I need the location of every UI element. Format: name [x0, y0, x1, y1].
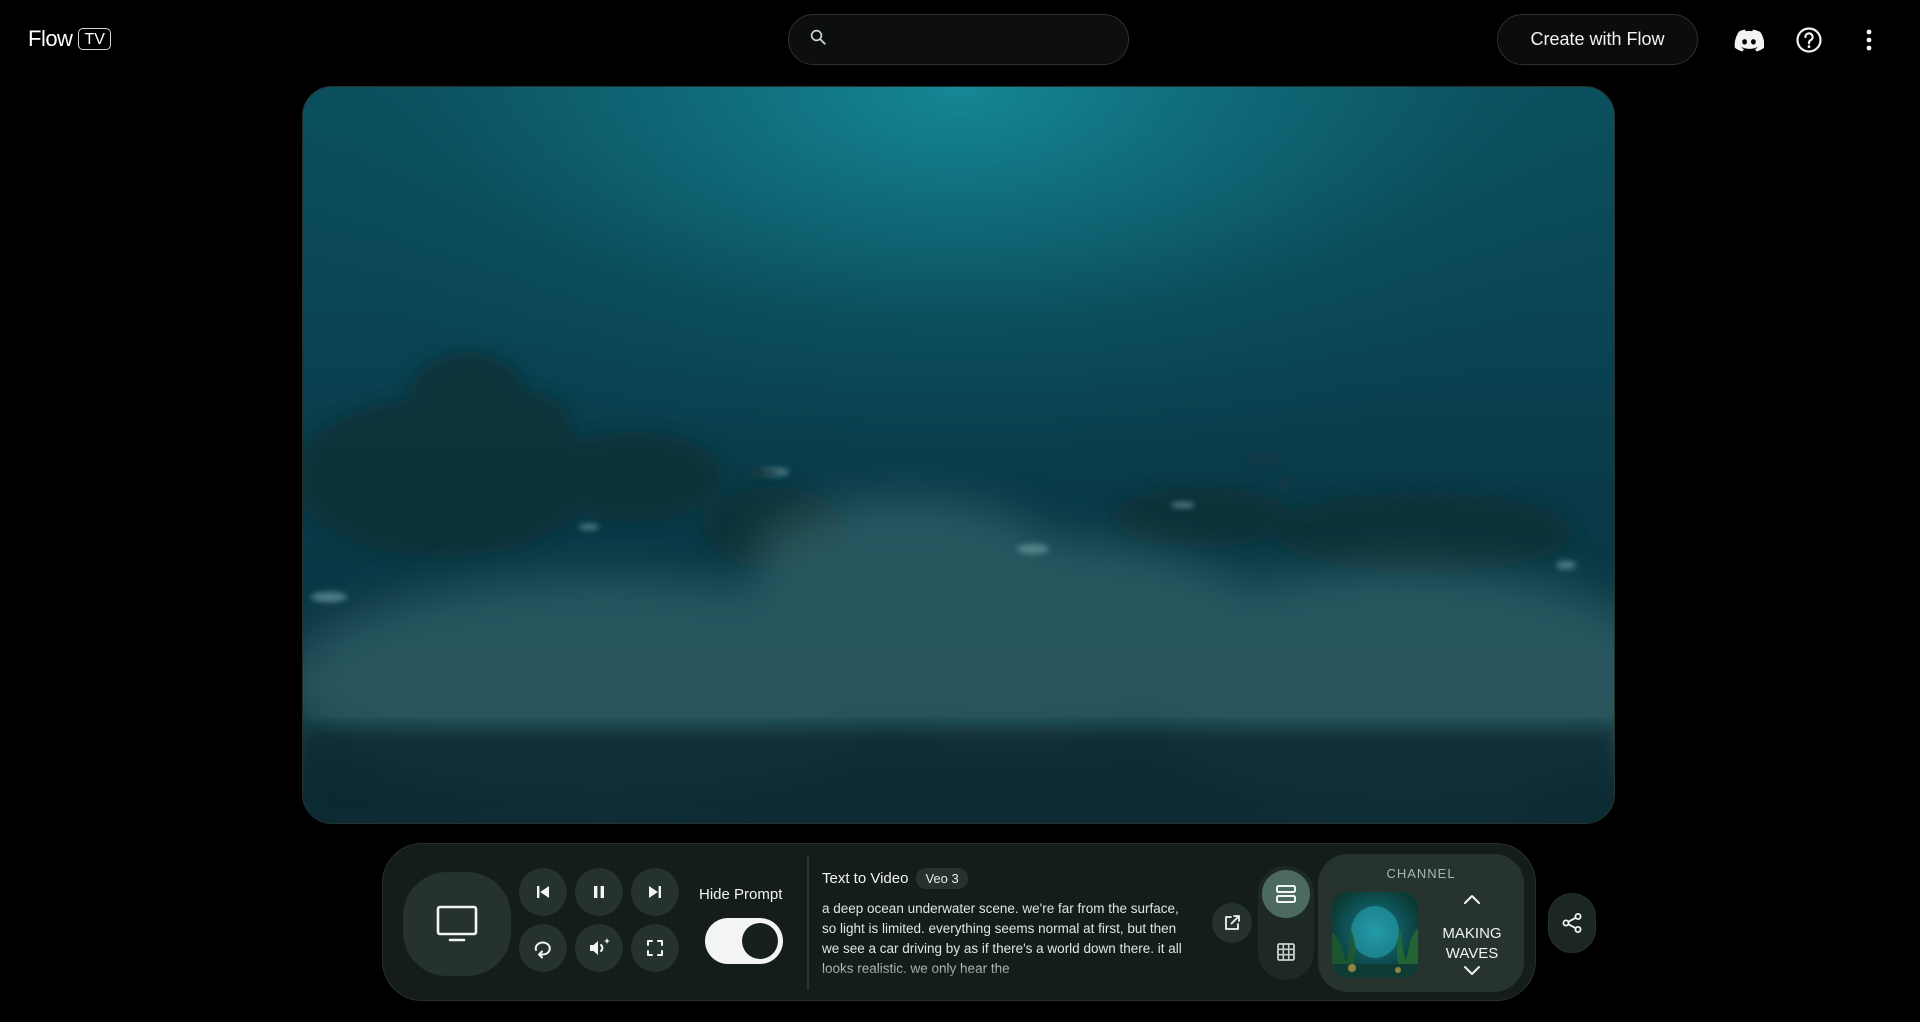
view-toggle	[1258, 866, 1314, 980]
share-button[interactable]	[1548, 893, 1596, 953]
flow-tv-logo[interactable]: Flow TV	[28, 26, 111, 52]
channel-name: MAKING WAVES	[1442, 925, 1502, 962]
create-with-flow-button[interactable]: Create with Flow	[1497, 14, 1698, 65]
channel-up-button[interactable]	[1457, 888, 1487, 910]
channel-thumbnail[interactable]	[1332, 892, 1418, 978]
channel-down-button[interactable]	[1457, 960, 1487, 982]
share-icon	[1562, 913, 1582, 933]
open-prompt-button[interactable]	[1212, 903, 1252, 943]
video-player[interactable]	[302, 86, 1615, 824]
chevron-up-icon	[1464, 895, 1480, 904]
player-control-bar: Hide Prompt Text to Video Veo 3 a deep o…	[382, 843, 1536, 1001]
skip-next-icon	[649, 886, 661, 898]
toggle-knob	[742, 923, 778, 959]
model-badge: Veo 3	[916, 868, 968, 889]
next-button[interactable]	[631, 868, 679, 916]
search-bar[interactable]	[788, 14, 1129, 65]
help-icon[interactable]	[1793, 24, 1825, 56]
search-input[interactable]	[837, 30, 1117, 49]
previous-button[interactable]	[519, 868, 567, 916]
logo-badge: TV	[78, 28, 111, 50]
more-vert-icon[interactable]	[1853, 24, 1885, 56]
hide-prompt-label: Hide Prompt	[699, 886, 783, 903]
channel-selector: CHANNEL MAKING WAVES	[1318, 854, 1524, 992]
prompt-header: Text to Video Veo 3	[822, 868, 968, 889]
volume-sparkle-icon	[590, 938, 610, 955]
divider	[807, 856, 809, 990]
single-view-button[interactable]	[1262, 870, 1310, 918]
chevron-down-icon	[1464, 966, 1480, 975]
discord-icon[interactable]	[1733, 24, 1765, 56]
view-agenda-icon	[1276, 885, 1296, 903]
loop-button[interactable]	[519, 924, 567, 972]
fullscreen-button[interactable]	[631, 924, 679, 972]
channel-label: CHANNEL	[1386, 866, 1456, 881]
pause-icon	[594, 886, 604, 898]
tv-icon	[436, 905, 478, 942]
prompt-type: Text to Video	[822, 870, 909, 887]
grid-icon	[1277, 943, 1295, 961]
underwater-scene-image	[303, 87, 1614, 823]
tv-mode-button[interactable]	[403, 872, 511, 976]
search-icon	[809, 28, 827, 51]
loop-icon	[534, 941, 551, 959]
prompt-text: a deep ocean underwater scene. we're far…	[822, 901, 1182, 976]
pause-button[interactable]	[575, 868, 623, 916]
logo-word: Flow	[28, 26, 73, 51]
hide-prompt-toggle[interactable]	[705, 918, 783, 964]
skip-previous-icon	[537, 886, 549, 898]
sound-button[interactable]	[575, 924, 623, 972]
open-in-new-icon	[1225, 915, 1240, 930]
grid-view-button[interactable]	[1262, 928, 1310, 976]
fullscreen-icon	[647, 940, 663, 956]
